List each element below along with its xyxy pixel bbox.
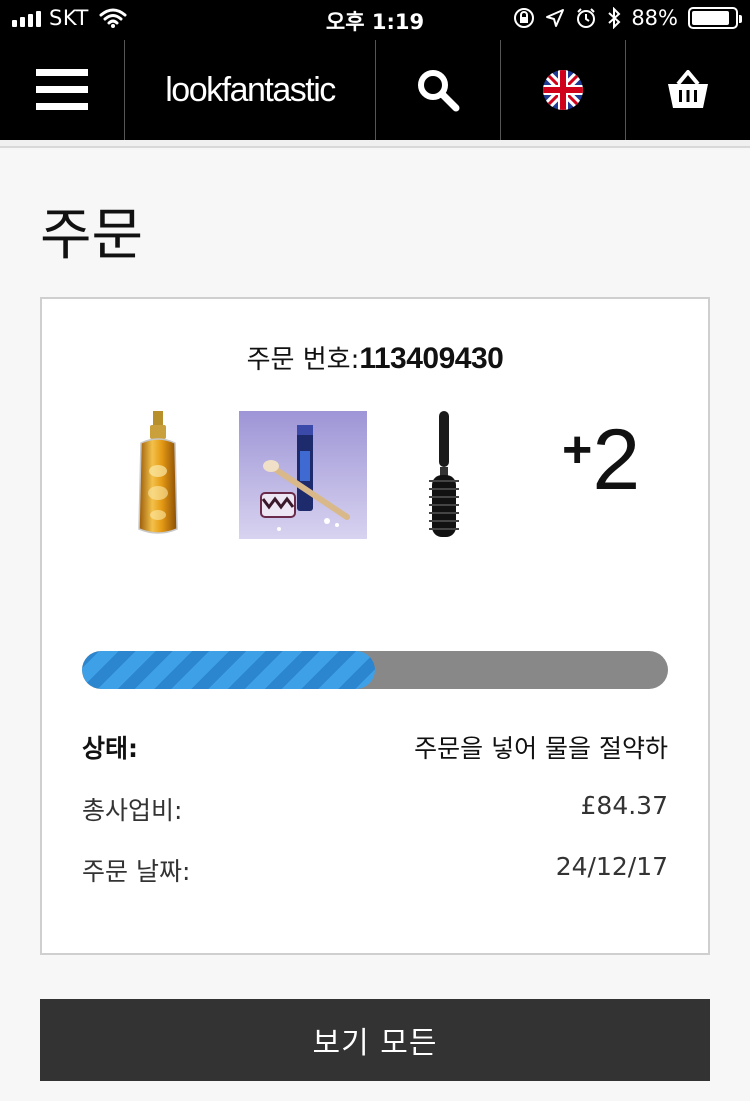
view-all-button[interactable]: 보기 모든 <box>40 999 710 1081</box>
alarm-icon <box>577 8 596 28</box>
product-thumbnail-hair-oil[interactable] <box>122 411 194 539</box>
hair-oil-bottle-image <box>138 411 178 534</box>
search-button[interactable] <box>376 40 500 140</box>
order-status-row: 상태: 주문을 넣어 물을 절약하 <box>82 729 668 765</box>
product-thumbnail-makeup-set[interactable] <box>239 411 367 539</box>
order-total-label: 총사업비: <box>82 796 183 825</box>
order-number-label: 주문 번호: <box>246 345 360 375</box>
order-total-value: £84.37 <box>580 791 668 820</box>
order-progress-bar <box>82 651 668 689</box>
uk-flag-icon <box>543 70 583 110</box>
order-progress-fill <box>82 651 375 689</box>
battery-percent: 88% <box>631 6 678 30</box>
order-date-value: 24/12/17 <box>555 852 668 881</box>
order-status-label: 상태: <box>82 734 138 763</box>
more-count-number: 2 <box>592 412 641 508</box>
more-plus-sign: + <box>562 421 593 479</box>
makeup-gift-set-image <box>239 411 367 539</box>
order-number-value: 113409430 <box>359 342 504 375</box>
bluetooth-icon <box>608 7 621 29</box>
search-icon <box>418 70 460 112</box>
basket-icon <box>668 70 708 108</box>
order-total-row: 총사업비: £84.37 <box>82 791 668 827</box>
order-date-row: 주문 날짜: 24/12/17 <box>82 852 668 888</box>
nav-bar: lookfantastic <box>0 40 750 140</box>
basket-button[interactable] <box>626 40 750 140</box>
battery-fill <box>692 11 729 25</box>
rotation-lock-icon <box>514 8 535 28</box>
battery-icon <box>688 7 742 29</box>
menu-button[interactable] <box>0 40 124 140</box>
nav-shadow <box>0 140 750 148</box>
more-products-count: +2 <box>562 417 640 503</box>
round-hair-brush-image <box>429 411 459 537</box>
order-date-label: 주문 날짜: <box>82 857 191 886</box>
product-thumbnail-hair-brush[interactable] <box>408 411 480 539</box>
order-card[interactable]: 주문 번호:113409430 +2 상태: 주문을 넣어 물을 절약하 총사업… <box>40 297 710 955</box>
country-selector-button[interactable] <box>501 40 625 140</box>
logo-link[interactable]: lookfantastic <box>125 40 375 140</box>
status-bar: SKT 오후 1:19 88% <box>0 0 750 40</box>
location-arrow-icon <box>546 9 565 27</box>
page-title: 주문 <box>40 203 144 268</box>
brand-logo: lookfantastic <box>165 70 336 109</box>
order-number: 주문 번호:113409430 <box>42 339 708 376</box>
order-status-value: 주문을 넣어 물을 절약하 <box>414 734 668 763</box>
menu-icon <box>36 69 88 110</box>
